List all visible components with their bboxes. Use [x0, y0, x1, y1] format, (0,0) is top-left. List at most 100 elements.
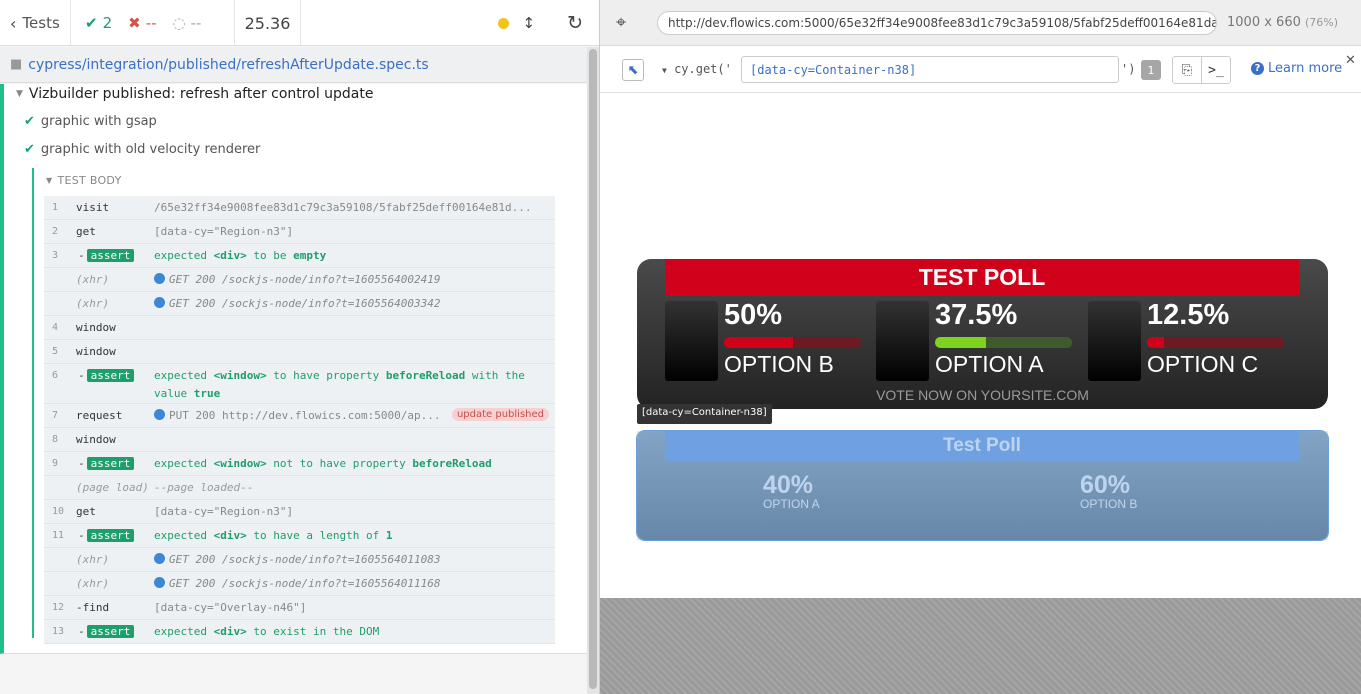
option-percent: 12.5%	[1147, 299, 1230, 331]
reporter-header: ‹ Tests ✔ 2 ✖ -- ◌ -- 25.36 ↕ ↻	[0, 0, 599, 46]
command-row[interactable]: 6 - assert expected <window> to have proper…	[44, 364, 555, 404]
command-row[interactable]: 10 get [data-cy="Region-n3"]	[44, 500, 555, 524]
cross-icon: ✖	[128, 14, 141, 32]
message-word: a	[306, 529, 320, 542]
option-percent: 50%	[724, 299, 783, 331]
poll-title: TEST POLL	[665, 259, 1299, 295]
message-word: to	[253, 625, 274, 638]
command-row[interactable]: 3 - assert expected <div> to be empty	[44, 244, 555, 268]
command-row[interactable]: 7 request PUT 200 http://dev.flowics.com:5…	[44, 404, 555, 428]
message-word: expected	[154, 369, 214, 382]
aut-header: ⌖ http://dev.flowics.com:5000/65e32ff34e…	[600, 0, 1361, 46]
command-message: GET 200 /sockjs-node/info?t=160556400334…	[154, 297, 549, 310]
spec-path-link[interactable]: cypress/integration/published/refreshAft…	[28, 57, 428, 73]
command-name: get	[76, 225, 96, 238]
command-row[interactable]: 12 -find [data-cy="Overlay-n46"]	[44, 596, 555, 620]
command-row[interactable]: 11 - assert expected <div> to have a length…	[44, 524, 555, 548]
command-number: 6	[52, 370, 59, 381]
learn-more-link[interactable]: ? Learn more	[1251, 61, 1342, 76]
assert-tag: assert	[86, 457, 135, 470]
assert-tag: assert	[86, 249, 135, 262]
tests-back-button[interactable]: ‹ Tests	[0, 0, 71, 46]
command-row[interactable]: (xhr) GET 200 /sockjs-node/info?t=1605564…	[44, 292, 555, 316]
test-item[interactable]: ✔ graphic with gsap	[24, 114, 157, 129]
auto-scroll-icon[interactable]: ↕	[523, 14, 536, 32]
command-message-text: GET 200 /sockjs-node/info?t=160556401108…	[169, 553, 441, 566]
suite-title[interactable]: ▼ Vizbuilder published: refresh after co…	[16, 86, 373, 102]
assert-tag: assert	[86, 625, 135, 638]
command-row[interactable]: (xhr) GET 200 /sockjs-node/info?t=1605564…	[44, 268, 555, 292]
message-word: <div>	[213, 249, 254, 262]
file-icon: ■	[10, 57, 23, 72]
copy-icon[interactable]: ⎘	[1172, 56, 1202, 84]
command-number: 13	[52, 626, 65, 637]
xhr-status-dot-icon	[154, 273, 165, 284]
message-word: the	[332, 625, 360, 638]
command-message: /65e32ff34e9008fee83d1c79c3a59108/5fabf2…	[154, 201, 549, 214]
command-row[interactable]: (xhr) GET 200 /sockjs-node/info?t=1605564…	[44, 572, 555, 596]
passed-stat[interactable]: ✔ 2	[85, 14, 112, 32]
selector-input[interactable]: [data-cy=Container-n38]	[741, 56, 1119, 83]
passed-count: 2	[102, 14, 113, 32]
option-label: OPTION C	[1147, 351, 1259, 377]
test-body-header[interactable]: ▼ TEST BODY	[46, 174, 122, 187]
command-row[interactable]: 8 window	[44, 428, 555, 452]
command-message-text: GET 200 /sockjs-node/info?t=160556400334…	[169, 297, 441, 310]
close-icon[interactable]: ✕	[1345, 53, 1356, 68]
failed-stat[interactable]: ✖ --	[128, 14, 156, 32]
command-name: -find	[76, 601, 110, 614]
test-item[interactable]: ✔ graphic with old velocity renderer	[24, 142, 260, 157]
test-body: ▼ TEST BODY 1 visit/65e32ff34e9008fee83d1…	[32, 168, 555, 644]
rerun-icon[interactable]: ↻	[567, 12, 583, 34]
selector-pick-icon[interactable]: ⬉	[622, 59, 644, 81]
pending-stat[interactable]: ◌ --	[173, 14, 202, 32]
console-print-icon[interactable]: >_	[1201, 56, 1231, 84]
command-row[interactable]: (xhr) GET 200 /sockjs-node/info?t=1605564…	[44, 548, 555, 572]
message-word: exist	[273, 625, 313, 638]
message-word: property	[352, 457, 413, 470]
command-dash: -	[78, 249, 85, 262]
message-word: true	[193, 387, 221, 400]
command-message-text: expected <window> not to have property b…	[154, 457, 492, 470]
app-iframe: TEST POLL 50% OPTION B 37.5% OPTION A 12…	[600, 94, 1361, 598]
command-row[interactable]: 13 - assert expected <div> to exist in the …	[44, 620, 555, 644]
message-word: <div>	[213, 529, 254, 542]
xhr-status-dot-icon	[154, 577, 165, 588]
command-row[interactable]: 2 get [data-cy="Region-n3"]	[44, 220, 555, 244]
option-bar-track	[724, 337, 861, 348]
command-name: window	[76, 345, 116, 358]
poll-option: 37.5% OPTION A	[876, 299, 1076, 383]
command-message-text: GET 200 /sockjs-node/info?t=160556400241…	[169, 273, 441, 286]
message-word: have	[319, 457, 353, 470]
option-image	[665, 301, 718, 381]
selector-method[interactable]: ▼ cy.get('	[662, 62, 732, 76]
command-row[interactable]: 5 window	[44, 340, 555, 364]
assert-tag: assert	[86, 369, 135, 382]
message-word: of	[365, 529, 386, 542]
caret-down-icon: ▼	[662, 66, 667, 75]
message-word: the	[505, 369, 525, 382]
assert-tag: assert	[86, 529, 135, 542]
message-word: have	[273, 529, 307, 542]
selector-playground-crosshair-icon[interactable]: ⌖	[616, 12, 626, 33]
command-name: (xhr)	[76, 273, 110, 286]
poll-graphic-1: TEST POLL 50% OPTION B 37.5% OPTION A 12…	[637, 259, 1328, 409]
command-name: (xhr)	[76, 297, 110, 310]
message-word: beforeReload	[412, 457, 492, 470]
command-row[interactable]: 4 window	[44, 316, 555, 340]
scrollbar-thumb[interactable]	[589, 49, 597, 689]
command-row[interactable]: 1 visit/65e32ff34e9008fee83d1c79c3a59108/…	[44, 196, 555, 220]
url-field[interactable]: http://dev.flowics.com:5000/65e32ff34e90…	[657, 11, 1217, 35]
message-word: expected	[154, 529, 214, 542]
command-row[interactable]: (page load) --page loaded--	[44, 476, 555, 500]
reporter-scrollbar[interactable]	[587, 47, 599, 694]
viewport-info[interactable]: 1000 x 660 (76%)	[1227, 15, 1338, 30]
command-message: [data-cy="Overlay-n46"]	[154, 601, 549, 614]
command-message: --page loaded--	[154, 481, 549, 494]
xhr-status-dot-icon	[154, 297, 165, 308]
check-icon: ✔	[24, 142, 35, 157]
command-message: GET 200 /sockjs-node/info?t=160556401108…	[154, 553, 549, 566]
command-message-text: expected <div> to be empty	[154, 249, 326, 262]
check-icon: ✔	[85, 14, 98, 32]
command-row[interactable]: 9 - assert expected <window> not to have pr…	[44, 452, 555, 476]
